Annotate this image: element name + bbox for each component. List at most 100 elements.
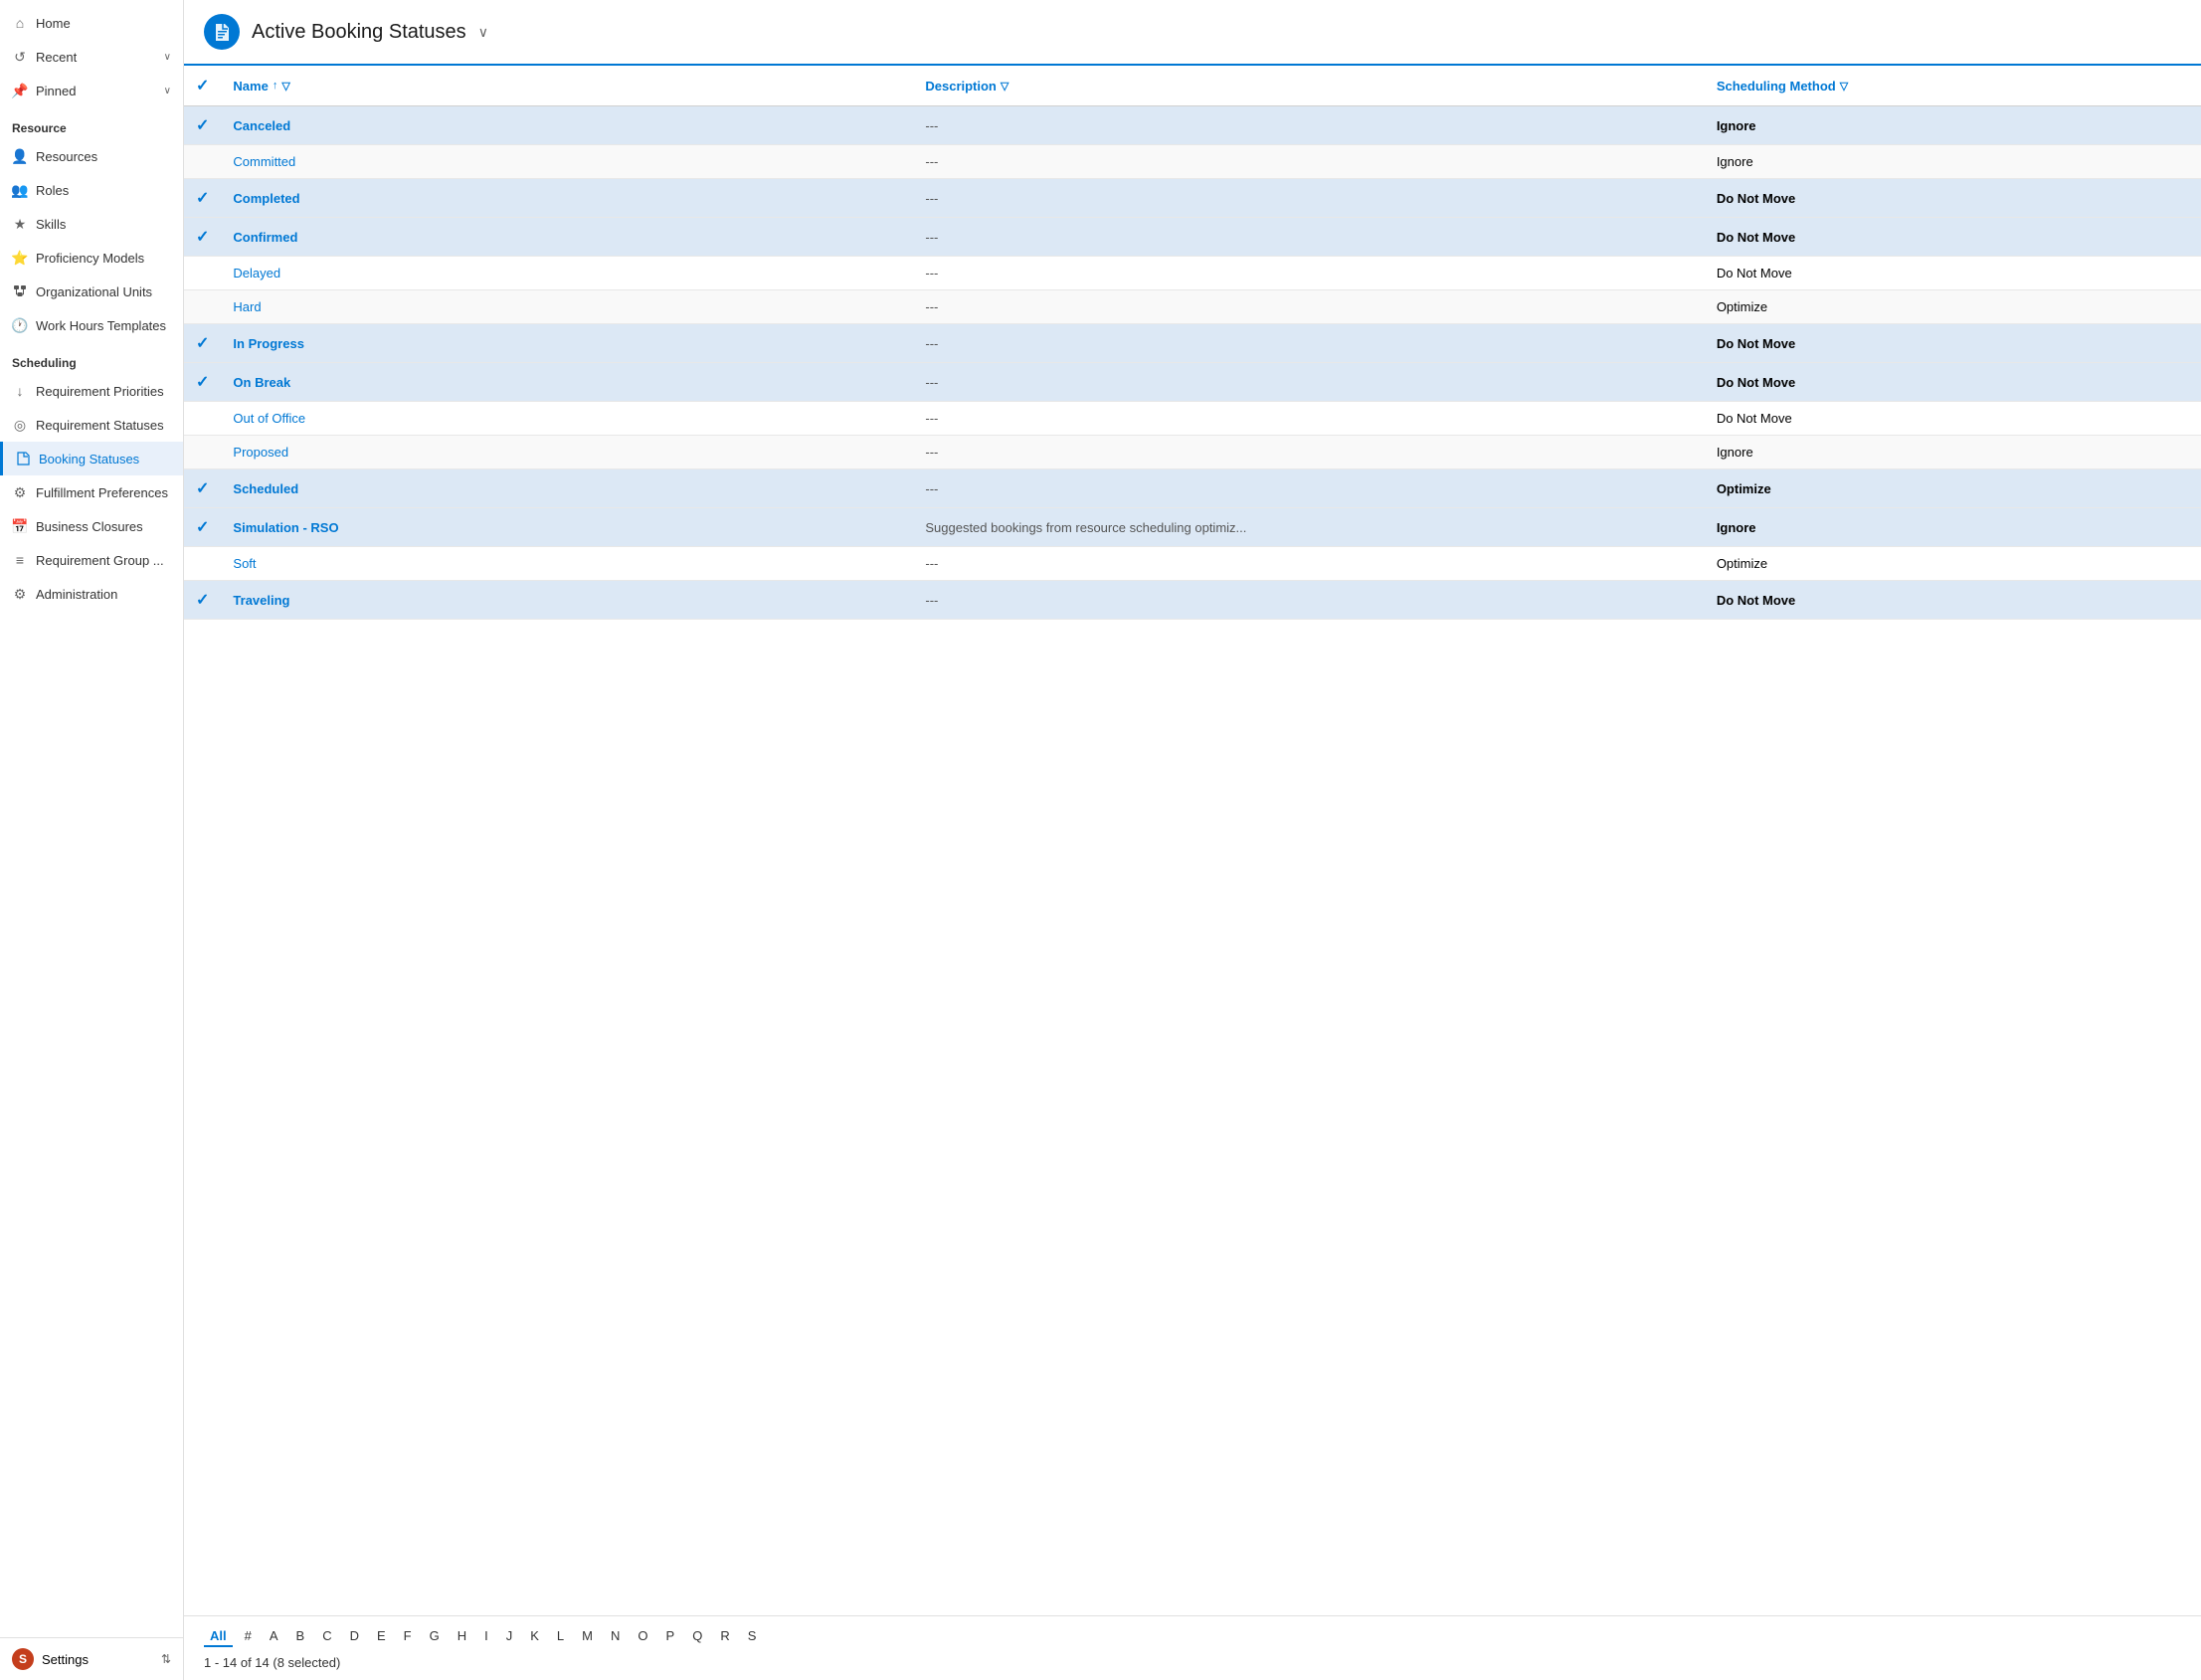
- row-check[interactable]: [184, 402, 221, 436]
- alpha-nav-button[interactable]: K: [524, 1626, 545, 1647]
- row-name[interactable]: Scheduled: [221, 469, 913, 508]
- sidebar-item-work-hours-templates[interactable]: 🕐 Work Hours Templates: [0, 308, 183, 342]
- sidebar-item-business-closures[interactable]: 📅 Business Closures: [0, 509, 183, 543]
- row-name[interactable]: Out of Office: [221, 402, 913, 436]
- alpha-nav-button[interactable]: All: [204, 1626, 233, 1647]
- row-check[interactable]: ✓: [184, 324, 221, 363]
- row-name-link[interactable]: Scheduled: [233, 481, 298, 496]
- table-row[interactable]: ✓Confirmed---Do Not Move: [184, 218, 2201, 257]
- alpha-nav-button[interactable]: I: [478, 1626, 494, 1647]
- alpha-nav-button[interactable]: C: [316, 1626, 337, 1647]
- alpha-nav-button[interactable]: J: [500, 1626, 519, 1647]
- row-name-link[interactable]: Simulation - RSO: [233, 520, 338, 535]
- table-row[interactable]: ✓In Progress---Do Not Move: [184, 324, 2201, 363]
- table-row[interactable]: Out of Office---Do Not Move: [184, 402, 2201, 436]
- col-header-name[interactable]: Name ↑ ▽: [221, 66, 913, 106]
- alpha-nav-button[interactable]: M: [576, 1626, 599, 1647]
- row-name-link[interactable]: On Break: [233, 375, 290, 390]
- row-check[interactable]: ✓: [184, 508, 221, 547]
- sidebar-item-requirement-priorities[interactable]: ↓ Requirement Priorities: [0, 374, 183, 408]
- table-row[interactable]: Hard---Optimize: [184, 290, 2201, 324]
- alpha-nav-button[interactable]: R: [714, 1626, 735, 1647]
- row-check[interactable]: ✓: [184, 179, 221, 218]
- row-name[interactable]: On Break: [221, 363, 913, 402]
- alpha-nav-button[interactable]: #: [239, 1626, 258, 1647]
- row-name-link[interactable]: In Progress: [233, 336, 304, 351]
- filter-icon-name[interactable]: ▽: [281, 80, 289, 93]
- row-name[interactable]: Completed: [221, 179, 913, 218]
- row-name[interactable]: In Progress: [221, 324, 913, 363]
- row-name-link[interactable]: Completed: [233, 191, 299, 206]
- sidebar-item-booking-statuses[interactable]: Booking Statuses: [0, 442, 183, 475]
- table-row[interactable]: ✓Scheduled---Optimize: [184, 469, 2201, 508]
- sidebar-item-pinned[interactable]: 📌 Pinned ∨: [0, 74, 183, 107]
- sidebar-item-resources[interactable]: 👤 Resources: [0, 139, 183, 173]
- sidebar-item-proficiency-models[interactable]: ⭐ Proficiency Models: [0, 241, 183, 275]
- table-row[interactable]: Proposed---Ignore: [184, 436, 2201, 469]
- sidebar-item-roles[interactable]: 👥 Roles: [0, 173, 183, 207]
- alpha-nav-button[interactable]: G: [424, 1626, 446, 1647]
- table-row[interactable]: ✓Completed---Do Not Move: [184, 179, 2201, 218]
- header-dropdown-chevron[interactable]: ∨: [478, 24, 488, 41]
- sidebar-item-home[interactable]: ⌂ Home: [0, 6, 183, 40]
- row-name-link[interactable]: Proposed: [233, 445, 288, 460]
- row-name[interactable]: Soft: [221, 547, 913, 581]
- row-name-link[interactable]: Committed: [233, 154, 295, 169]
- alpha-nav-button[interactable]: E: [371, 1626, 392, 1647]
- row-name[interactable]: Proposed: [221, 436, 913, 469]
- row-name-link[interactable]: Canceled: [233, 118, 290, 133]
- row-name[interactable]: Canceled: [221, 106, 913, 145]
- sidebar-item-recent[interactable]: ↺ Recent ∨: [0, 40, 183, 74]
- table-row[interactable]: Soft---Optimize: [184, 547, 2201, 581]
- alpha-nav-button[interactable]: Q: [686, 1626, 708, 1647]
- col-header-check[interactable]: ✓: [184, 66, 221, 106]
- alpha-nav-button[interactable]: P: [660, 1626, 681, 1647]
- row-name[interactable]: Traveling: [221, 581, 913, 620]
- row-check[interactable]: ✓: [184, 581, 221, 620]
- sidebar-item-organizational-units[interactable]: Organizational Units: [0, 275, 183, 308]
- filter-icon-method[interactable]: ▽: [1840, 80, 1848, 93]
- row-name-link[interactable]: Out of Office: [233, 411, 305, 426]
- alpha-nav-button[interactable]: S: [742, 1626, 763, 1647]
- row-check[interactable]: [184, 547, 221, 581]
- row-name-link[interactable]: Traveling: [233, 593, 289, 608]
- row-name[interactable]: Confirmed: [221, 218, 913, 257]
- sidebar-item-requirement-statuses[interactable]: ◎ Requirement Statuses: [0, 408, 183, 442]
- table-row[interactable]: ✓Canceled---Ignore: [184, 106, 2201, 145]
- row-check[interactable]: ✓: [184, 363, 221, 402]
- alpha-nav-button[interactable]: D: [344, 1626, 365, 1647]
- row-name[interactable]: Delayed: [221, 257, 913, 290]
- alpha-nav-button[interactable]: L: [551, 1626, 570, 1647]
- row-check[interactable]: ✓: [184, 218, 221, 257]
- sidebar-item-fulfillment-preferences[interactable]: ⚙ Fulfillment Preferences: [0, 475, 183, 509]
- row-name[interactable]: Hard: [221, 290, 913, 324]
- row-name[interactable]: Simulation - RSO: [221, 508, 913, 547]
- alpha-nav-button[interactable]: H: [452, 1626, 472, 1647]
- sidebar-item-administration[interactable]: ⚙ Administration: [0, 577, 183, 611]
- table-row[interactable]: Delayed---Do Not Move: [184, 257, 2201, 290]
- col-header-description[interactable]: Description ▽: [913, 66, 1704, 106]
- alpha-nav-button[interactable]: O: [632, 1626, 653, 1647]
- filter-icon-description[interactable]: ▽: [1001, 80, 1009, 93]
- alpha-nav-button[interactable]: B: [290, 1626, 311, 1647]
- table-row[interactable]: Committed---Ignore: [184, 145, 2201, 179]
- alpha-nav-button[interactable]: N: [605, 1626, 626, 1647]
- table-row[interactable]: ✓Traveling---Do Not Move: [184, 581, 2201, 620]
- row-check[interactable]: [184, 257, 221, 290]
- row-name-link[interactable]: Hard: [233, 299, 261, 314]
- row-name-link[interactable]: Confirmed: [233, 230, 297, 245]
- table-row[interactable]: ✓Simulation - RSOSuggested bookings from…: [184, 508, 2201, 547]
- settings-item[interactable]: S Settings ⇅: [0, 1638, 183, 1680]
- row-check[interactable]: [184, 436, 221, 469]
- table-row[interactable]: ✓On Break---Do Not Move: [184, 363, 2201, 402]
- row-name[interactable]: Committed: [221, 145, 913, 179]
- row-check[interactable]: ✓: [184, 469, 221, 508]
- sidebar-item-requirement-group[interactable]: ≡ Requirement Group ...: [0, 543, 183, 577]
- row-name-link[interactable]: Delayed: [233, 266, 280, 280]
- row-check[interactable]: ✓: [184, 106, 221, 145]
- alpha-nav-button[interactable]: F: [398, 1626, 418, 1647]
- alpha-nav-button[interactable]: A: [264, 1626, 284, 1647]
- sort-icon[interactable]: ↑: [273, 80, 278, 92]
- row-check[interactable]: [184, 290, 221, 324]
- row-name-link[interactable]: Soft: [233, 556, 256, 571]
